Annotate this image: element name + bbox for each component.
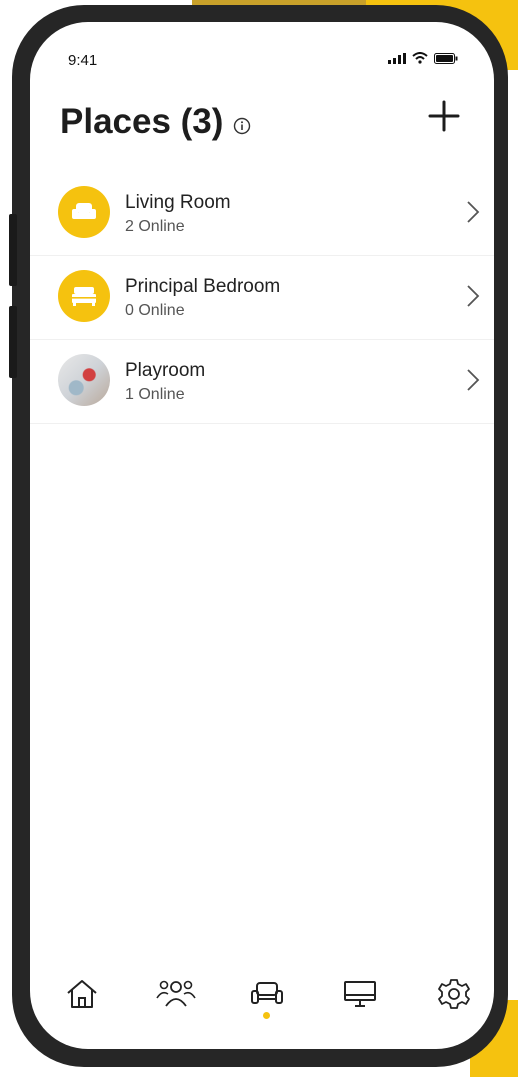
info-icon[interactable]	[233, 117, 251, 135]
sofa-icon	[251, 982, 283, 1004]
tab-settings[interactable]	[432, 972, 476, 1016]
place-avatar	[58, 270, 110, 322]
home-icon	[67, 980, 97, 1008]
chevron-right-icon	[467, 201, 480, 223]
tab-people[interactable]	[154, 972, 198, 1016]
volume-down-button	[9, 306, 17, 378]
volume-up-button	[9, 214, 17, 286]
wifi-icon	[412, 52, 428, 64]
add-place-button[interactable]	[424, 96, 464, 136]
place-status: 0 Online	[125, 302, 185, 319]
place-name: Living Room	[125, 192, 231, 213]
bottom-tab-bar	[30, 972, 494, 1032]
list-item[interactable]: Playroom 1 Online	[30, 340, 494, 424]
place-status: 1 Online	[125, 386, 185, 403]
place-name: Playroom	[125, 360, 206, 381]
page-header: Places (3)	[30, 96, 494, 152]
chevron-right-icon	[467, 285, 480, 307]
title-group: Places (3)	[60, 102, 251, 142]
monitor-icon	[344, 981, 376, 1007]
tab-devices[interactable]	[338, 972, 382, 1016]
status-icons	[388, 52, 458, 64]
place-status: 2 Online	[125, 218, 185, 235]
list-item[interactable]: Living Room 2 Online	[30, 172, 494, 256]
places-list: Living Room 2 Online Principal Bedroom 0…	[30, 172, 494, 424]
chevron-right-icon	[467, 369, 480, 391]
tab-home[interactable]	[60, 972, 104, 1016]
active-tab-indicator	[263, 1012, 270, 1019]
gear-icon	[438, 979, 470, 1009]
place-avatar	[58, 186, 110, 238]
sofa-icon	[72, 203, 96, 219]
tab-places[interactable]	[245, 972, 289, 1016]
people-icon	[156, 980, 196, 1007]
phone-screen: 9:41 Places (3) Living Room 2 Online Pri…	[30, 22, 494, 1049]
status-bar: 9:41	[30, 22, 494, 82]
list-item[interactable]: Principal Bedroom 0 Online	[30, 256, 494, 340]
place-photo	[58, 354, 110, 406]
place-name: Principal Bedroom	[125, 276, 281, 297]
battery-icon	[434, 53, 458, 64]
page-title: Places (3)	[60, 102, 224, 141]
status-time: 9:41	[68, 52, 98, 69]
signal-icon	[388, 53, 406, 64]
bed-icon	[72, 287, 96, 306]
